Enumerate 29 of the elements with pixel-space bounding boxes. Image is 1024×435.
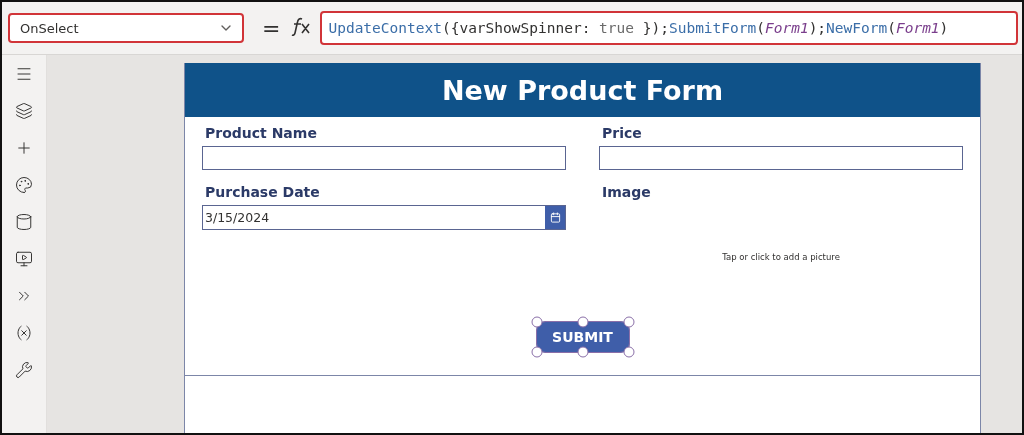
cylinder-icon[interactable]: [15, 213, 33, 231]
resize-handle[interactable]: [577, 346, 588, 357]
plus-icon[interactable]: [15, 139, 33, 157]
media-icon[interactable]: [15, 250, 33, 268]
field-label: Purchase Date: [205, 184, 321, 200]
resize-handle[interactable]: [531, 346, 542, 357]
resize-handle[interactable]: [623, 316, 634, 327]
date-picker-field[interactable]: 3/15/2024: [202, 205, 566, 230]
submit-button[interactable]: SUBMIT: [535, 320, 630, 353]
image-drop-area[interactable]: Tap or click to add a picture: [599, 205, 963, 265]
resize-handle[interactable]: [531, 316, 542, 327]
formula-bar[interactable]: UpdateContext({varShowSpinner: true });SubmitForm(Form1);NewForm(Form1): [320, 11, 1018, 45]
variable-icon[interactable]: [15, 324, 33, 342]
palette-icon[interactable]: [15, 176, 33, 194]
layers-icon[interactable]: [15, 102, 33, 120]
menu-icon[interactable]: [15, 65, 33, 83]
resize-handle[interactable]: [623, 346, 634, 357]
field-label: Product Name: [205, 125, 318, 141]
text-input-field[interactable]: [202, 146, 566, 170]
image-hint: Tap or click to add a picture: [722, 252, 840, 262]
calendar-icon[interactable]: [545, 206, 565, 229]
wrench-icon[interactable]: [15, 361, 33, 379]
form-title: New Product Form: [185, 63, 980, 117]
property-dropdown[interactable]: OnSelect: [8, 13, 244, 43]
text-input-field[interactable]: [599, 146, 963, 170]
equals-sign: =: [262, 15, 281, 41]
field-label: Image: [602, 184, 652, 200]
field-label: Price: [602, 125, 643, 141]
resize-handle[interactable]: [577, 316, 588, 327]
